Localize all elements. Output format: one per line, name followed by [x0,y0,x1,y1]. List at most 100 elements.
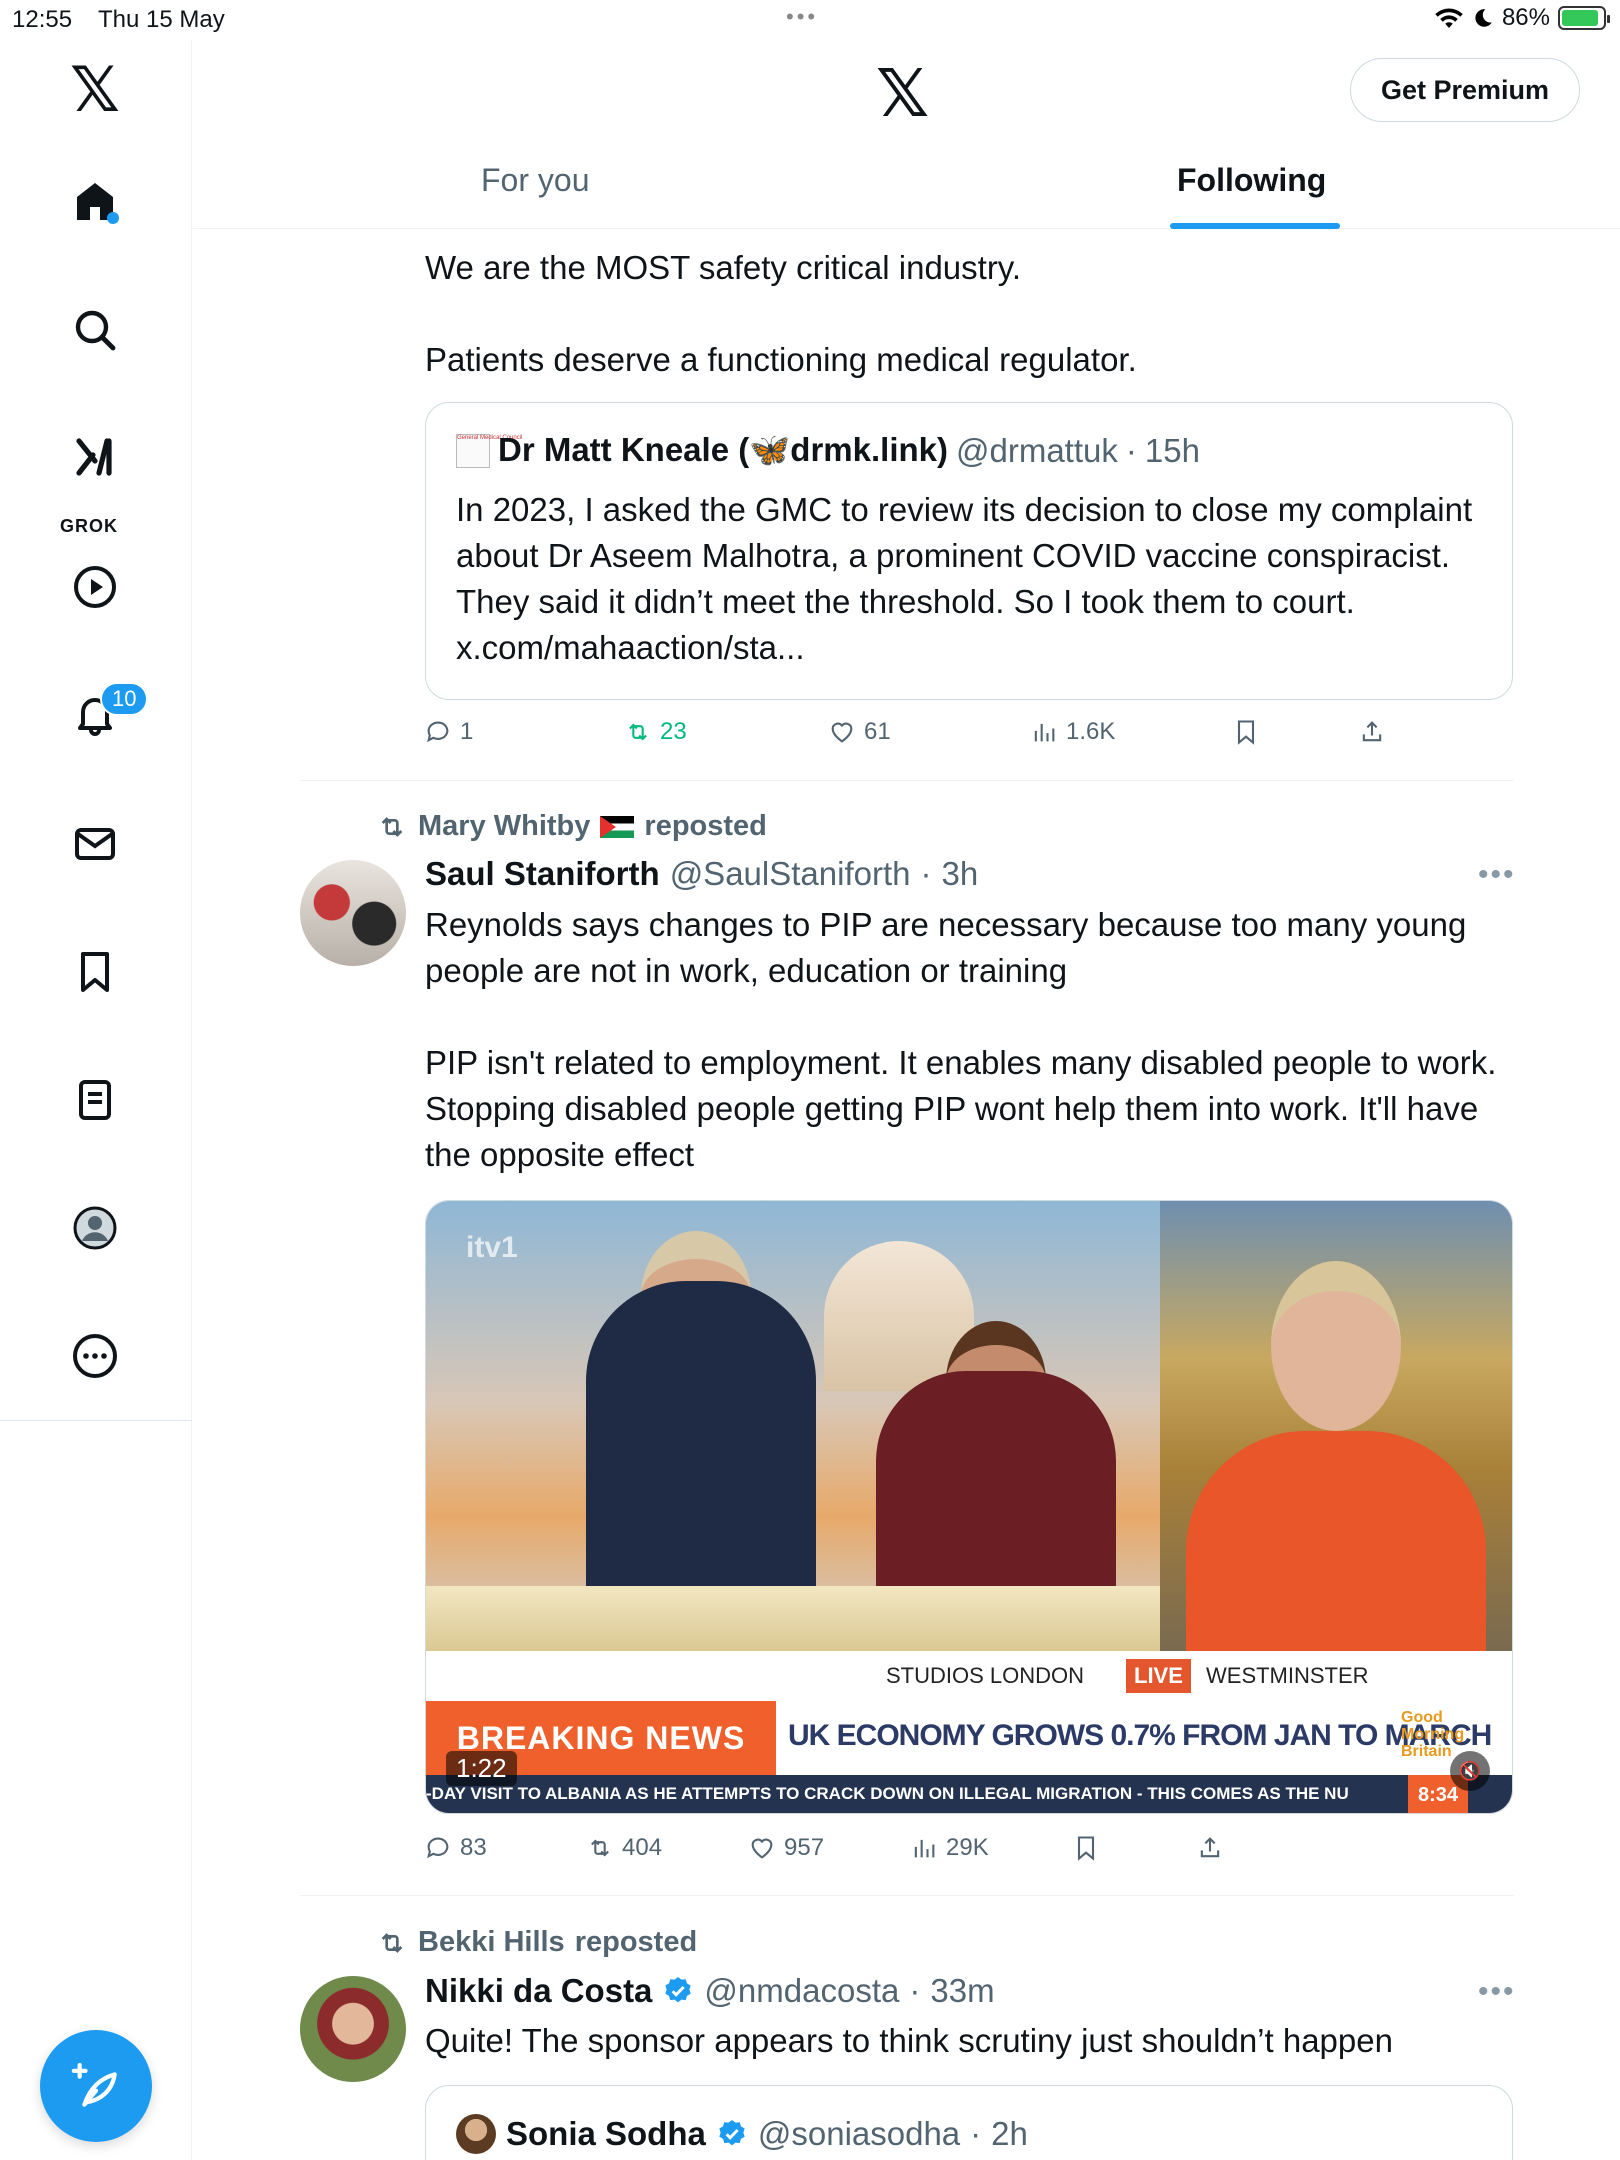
post2-text-para2: PIP isn't related to employment. It enab… [425,1044,1497,1173]
post1-actions: 1 23 61 1.6K [0,718,1620,758]
author-name[interactable]: Saul Staniforth [425,855,660,893]
sidebar-item-lists[interactable] [63,1068,127,1132]
reply-icon [427,1837,449,1859]
heart-icon [751,1838,773,1859]
repost-icon [381,816,403,837]
repost-icon [591,1839,609,1857]
sidebar-item-messages[interactable] [63,812,127,876]
repost-context: Bekki Hills reposted [376,1926,697,1959]
palestine-flag-icon [600,815,635,838]
compose-post-button[interactable] [40,2030,152,2142]
views-count: 1.6K [1066,718,1116,745]
header-x-logo-icon[interactable]: 𝕏 [876,55,929,132]
reposter-name[interactable]: Bekki Hills [418,1926,565,1959]
battery-percent: 86% [1501,4,1550,31]
avatar[interactable] [300,1976,406,2082]
list-icon [79,1080,111,1120]
reposted-label: reposted [574,1926,698,1958]
quote-time: 15h [1144,431,1200,469]
quote-author-name[interactable]: Dr Matt Kneale (🦋drmk.link) [498,431,948,470]
like-button[interactable]: 957 [748,1834,824,1862]
active-tab-indicator [1170,223,1340,229]
post-separator [300,1895,1514,1896]
quote-author-name[interactable]: Sonia Sodha [506,2115,706,2153]
post3-text: Quite! The sponsor appears to think scru… [425,2022,1393,2059]
bookmark-button[interactable] [1232,718,1260,746]
dot-separator: · [970,2115,982,2152]
multitask-dots[interactable]: ••• [786,4,818,30]
sidebar-item-grok[interactable] [63,425,127,489]
views-button[interactable]: 1.6K [1030,718,1115,746]
news-strip: BREAKING NEWS UK ECONOMY GROWS 0.7% FROM… [426,1701,1512,1775]
reply-button[interactable]: 1 [424,718,473,746]
repost-context: Mary Whitby reposted [376,810,767,843]
heart-icon [831,722,853,743]
video-player[interactable]: itv1 STUDIOS LONDON LIVE WESTMINSTER BRE… [425,1200,1513,1814]
tab-for-you[interactable]: For you [481,162,589,199]
grok-label: GROK [60,516,118,536]
live-badge: LIVE [1126,1659,1191,1693]
avatar[interactable] [300,860,406,966]
post1-text-line1: We are the MOST safety critical industry… [425,249,1022,286]
post-header: Saul Staniforth @SaulStaniforth · 3h [425,855,978,893]
quote-time: 2h [991,2115,1028,2152]
share-icon [1362,721,1382,742]
views-button[interactable]: 29K [910,1834,989,1862]
repost-button[interactable]: 23 [624,718,687,746]
sidebar-item-home[interactable] [63,170,127,234]
author-handle: @SaulStaniforth [669,855,911,892]
author-name[interactable]: Nikki da Costa [425,1972,652,2010]
verified-badge-icon [719,2120,745,2146]
search-icon [75,310,116,351]
reply-button[interactable]: 83 [424,1834,487,1862]
views-chart-icon [914,1839,935,1858]
repost-icon [629,723,647,741]
sidebar-item-profile[interactable] [63,1196,127,1260]
x-logo-icon[interactable]: 𝕏 [63,58,127,122]
moon-icon [1475,9,1492,27]
more-options-icon[interactable]: ••• [1478,1975,1516,2009]
sidebar-item-videos[interactable] [63,555,127,619]
quote-body: In 2023, I asked the GMC to review its d… [456,491,1473,666]
reply-icon [427,721,449,743]
post-header: Nikki da Costa @nmdacosta · 33m [425,1972,995,2010]
status-bar: 12:55 Thu 15 May ••• 86% [0,0,1620,40]
repost-button[interactable]: 404 [586,1834,662,1862]
bookmark-button[interactable] [1072,1834,1100,1862]
views-count: 29K [946,1834,989,1861]
repost-count: 404 [622,1834,663,1861]
bookmark-icon [81,952,109,992]
post2-actions: 83 404 957 29K [0,1834,1620,1874]
sidebar-item-more[interactable] [63,1324,127,1388]
mail-icon [75,828,115,860]
grok-icon [76,438,112,476]
sidebar-item-explore[interactable] [63,298,127,362]
share-button[interactable] [1358,718,1386,746]
quoted-post[interactable]: Sonia Sodha @soniasodha · 2h [425,2085,1513,2160]
quoted-post[interactable]: General Medical Council Dr Matt Kneale (… [425,402,1513,700]
compose-feather-icon [71,2062,117,2107]
clock: 12:55 [12,6,73,33]
sidebar-item-bookmarks[interactable] [63,940,127,1004]
news-ticker: -DAY VISIT TO ALBANIA AS HE ATTEMPTS TO … [426,1775,1512,1813]
like-count: 957 [784,1834,825,1861]
post2-text-para1: Reynolds says changes to PIP are necessa… [425,906,1467,989]
battery-icon [1558,6,1610,30]
author-handle: @nmdacosta [704,1972,900,2009]
tab-following[interactable]: Following [1177,162,1326,199]
reposter-name[interactable]: Mary Whitby [418,810,590,843]
dot-separator: · [920,855,932,892]
mute-toggle-icon[interactable]: 🔇 [1450,1751,1490,1791]
share-button[interactable] [1196,1834,1224,1862]
sidebar-divider [0,1420,192,1421]
like-button[interactable]: 61 [828,718,891,746]
gmc-avatar-icon: General Medical Council [456,433,522,468]
status-icons: 86% [1434,4,1610,32]
get-premium-button[interactable]: Get Premium [1350,58,1580,122]
like-count: 61 [864,718,891,745]
more-options-icon[interactable]: ••• [1478,858,1516,892]
location-strip: STUDIOS LONDON LIVE WESTMINSTER [426,1651,1512,1701]
quote-author-handle: @drmattuk [956,431,1118,469]
share-icon [1200,1837,1220,1858]
quote-header: General Medical Council Dr Matt Kneale (… [456,431,1200,470]
